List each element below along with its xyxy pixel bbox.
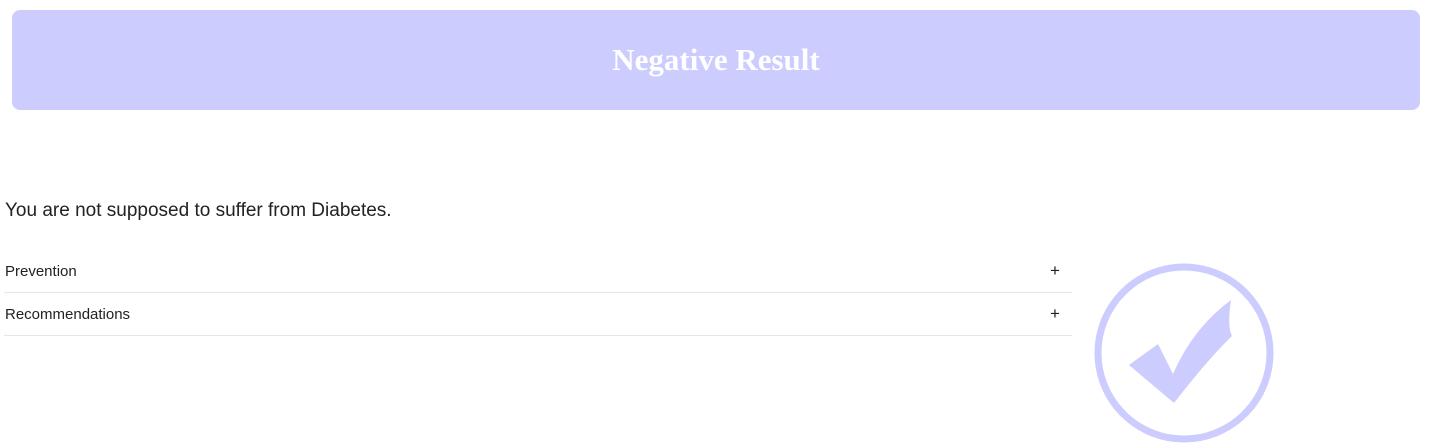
accordion-label-recommendations: Recommendations	[5, 305, 131, 323]
accordion-label-prevention: Prevention	[5, 262, 77, 280]
checkmark-circle-icon	[1093, 262, 1275, 444]
accordion-item-recommendations[interactable]: Recommendations +	[4, 293, 1072, 336]
plus-icon[interactable]: +	[1048, 261, 1062, 281]
plus-icon[interactable]: +	[1048, 304, 1062, 324]
result-title: Negative Result	[612, 42, 820, 77]
accordion-item-prevention[interactable]: Prevention +	[4, 250, 1072, 293]
result-message: You are not supposed to suffer from Diab…	[5, 200, 392, 221]
result-banner: Negative Result	[12, 10, 1420, 110]
info-accordion: Prevention + Recommendations +	[4, 250, 1072, 336]
